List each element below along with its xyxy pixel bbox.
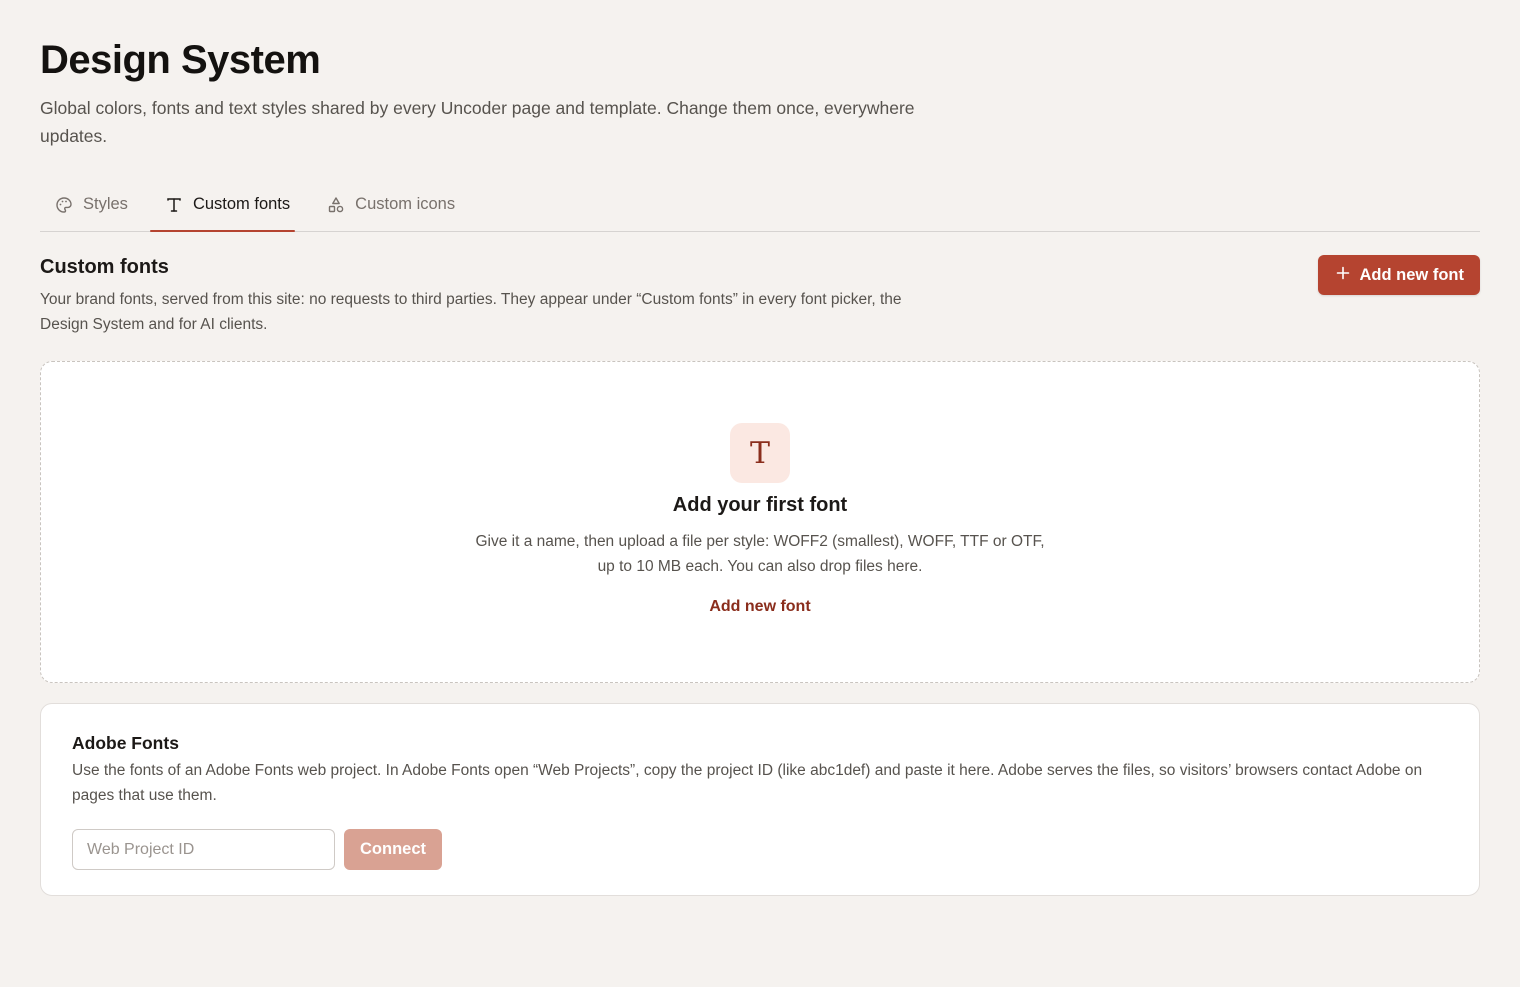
design-system-page: Design System Global colors, fonts and t…: [0, 0, 1520, 987]
tab-custom-fonts-label: Custom fonts: [192, 195, 291, 213]
empty-state-description: Give it a name, then upload a file per s…: [475, 533, 1045, 575]
tab-custom-fonts[interactable]: Custom fonts: [149, 182, 296, 232]
custom-fonts-header: Custom fonts Your brand fonts, served fr…: [40, 256, 1480, 337]
palette-icon: [55, 196, 73, 214]
tab-custom-icons[interactable]: Custom icons: [312, 182, 460, 231]
page-subtitle: Global colors, fonts and text styles sha…: [40, 98, 915, 146]
tab-bar: Styles Custom fonts Custom icons: [40, 182, 1480, 232]
tab-custom-icons-label: Custom icons: [355, 195, 456, 213]
plus-icon: [1336, 266, 1350, 285]
empty-state-title: Add your first font: [672, 494, 848, 516]
connect-button[interactable]: Connect: [344, 829, 442, 870]
add-new-font-button-label: Add new font: [1359, 265, 1464, 284]
section-title: Custom fonts: [40, 256, 169, 278]
section-description: Your brand fonts, served from this site:…: [40, 291, 902, 333]
adobe-fonts-title: Adobe Fonts: [72, 733, 179, 753]
shapes-icon: [327, 196, 345, 214]
font-type-icon: T: [730, 423, 790, 483]
page-title: Design System: [40, 38, 321, 82]
add-new-font-link[interactable]: Add new font: [41, 598, 1479, 616]
tab-styles-label: Styles: [83, 195, 128, 213]
adobe-fonts-card: Adobe Fonts Use the fonts of an Adobe Fo…: [40, 703, 1480, 896]
type-icon: [165, 196, 183, 214]
web-project-id-input[interactable]: [72, 829, 335, 870]
add-new-font-button[interactable]: Add new font: [1317, 255, 1480, 295]
adobe-fonts-description: Use the fonts of an Adobe Fonts web proj…: [72, 762, 1423, 804]
tab-styles[interactable]: Styles: [40, 182, 133, 231]
font-dropzone[interactable]: T Add your first font Give it a name, th…: [40, 361, 1480, 683]
